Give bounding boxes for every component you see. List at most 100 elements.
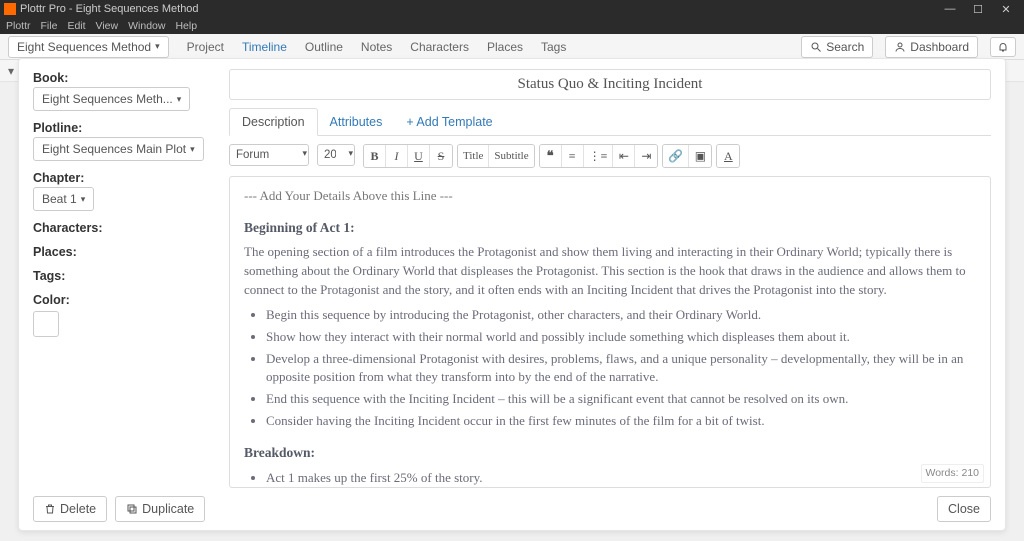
plotline-dropdown[interactable]: Eight Sequences Main Plot ▾ bbox=[33, 137, 204, 161]
copy-icon bbox=[126, 503, 138, 515]
duplicate-label: Duplicate bbox=[142, 502, 194, 516]
tab-attributes[interactable]: Attributes bbox=[318, 109, 395, 135]
link-icon: 🔗 bbox=[668, 149, 683, 164]
characters-label: Characters: bbox=[33, 221, 102, 235]
list-item: Show how they interact with their normal… bbox=[266, 328, 976, 347]
italic-button[interactable]: I bbox=[386, 145, 408, 167]
blockquote-button[interactable]: ❝ bbox=[540, 145, 562, 167]
chevron-down-icon: ▾ bbox=[155, 41, 160, 52]
heading-act1: Beginning of Act 1: bbox=[244, 218, 976, 238]
tab-add-template[interactable]: + Add Template bbox=[394, 109, 504, 135]
tab-characters[interactable]: Characters bbox=[410, 40, 469, 54]
tab-description[interactable]: Description bbox=[229, 108, 318, 136]
menu-edit[interactable]: Edit bbox=[67, 20, 85, 32]
main-toolbar: Eight Sequences Method ▾ Project Timelin… bbox=[0, 34, 1024, 60]
card-tabs: Description Attributes + Add Template bbox=[229, 108, 991, 136]
delete-button[interactable]: Delete bbox=[33, 496, 107, 522]
menu-window[interactable]: Window bbox=[128, 20, 165, 32]
method-dropdown[interactable]: Eight Sequences Method ▾ bbox=[8, 36, 169, 58]
tab-places[interactable]: Places bbox=[487, 40, 523, 54]
heading-breakdown: Breakdown: bbox=[244, 443, 976, 463]
tab-notes[interactable]: Notes bbox=[361, 40, 392, 54]
window-title: Plottr Pro - Eight Sequences Method bbox=[20, 3, 936, 15]
subtitle-style-button[interactable]: Subtitle bbox=[489, 145, 533, 167]
menu-help[interactable]: Help bbox=[175, 20, 197, 32]
outdent-icon: ⇤ bbox=[619, 149, 629, 164]
text-color-button[interactable]: A bbox=[717, 145, 739, 167]
breakdown-list: Act 1 makes up the first 25% of the stor… bbox=[266, 469, 976, 488]
ordered-list-button[interactable]: ≡ bbox=[562, 145, 584, 167]
dashboard-button[interactable]: Dashboard bbox=[885, 36, 978, 58]
book-dropdown[interactable]: Eight Sequences Meth... ▾ bbox=[33, 87, 190, 111]
search-icon bbox=[810, 41, 822, 53]
places-label: Places: bbox=[33, 245, 77, 259]
image-icon: ▣ bbox=[695, 149, 706, 164]
search-button[interactable]: Search bbox=[801, 36, 873, 58]
book-label: Book: bbox=[33, 71, 68, 85]
chevron-down-icon: ▾ bbox=[190, 144, 195, 155]
section-tabs: Project Timeline Outline Notes Character… bbox=[187, 40, 567, 54]
close-label: Close bbox=[948, 502, 980, 516]
unordered-list-icon: ⋮≡ bbox=[589, 149, 608, 164]
bold-button[interactable]: B bbox=[364, 145, 386, 167]
plotline-label: Plotline: bbox=[33, 121, 82, 135]
search-label: Search bbox=[826, 40, 864, 54]
list-item: Begin this sequence by introducing the P… bbox=[266, 306, 976, 325]
plotline-value: Eight Sequences Main Plot bbox=[42, 142, 186, 156]
close-button[interactable]: Close bbox=[937, 496, 991, 522]
menubar: Plottr File Edit View Window Help bbox=[0, 18, 1024, 34]
unordered-list-button[interactable]: ⋮≡ bbox=[584, 145, 614, 167]
menu-view[interactable]: View bbox=[96, 20, 119, 32]
chapter-label: Chapter: bbox=[33, 171, 84, 185]
list-item: Act 1 makes up the first 25% of the stor… bbox=[266, 469, 976, 488]
chevron-down-icon: ▾ bbox=[177, 94, 182, 105]
strike-button[interactable]: S bbox=[430, 145, 452, 167]
chapter-dropdown[interactable]: Beat 1 ▾ bbox=[33, 187, 94, 211]
indent-button[interactable]: ⇥ bbox=[635, 145, 657, 167]
tab-outline[interactable]: Outline bbox=[305, 40, 343, 54]
tab-project[interactable]: Project bbox=[187, 40, 224, 54]
paragraph-intro: The opening section of a film introduces… bbox=[244, 243, 976, 300]
tab-tags[interactable]: Tags bbox=[541, 40, 566, 54]
chevron-down-icon: ▾ bbox=[81, 194, 86, 205]
duplicate-button[interactable]: Duplicate bbox=[115, 496, 205, 522]
guidance-list: Begin this sequence by introducing the P… bbox=[266, 306, 976, 431]
trash-icon bbox=[44, 503, 56, 515]
image-button[interactable]: ▣ bbox=[689, 145, 711, 167]
tags-label: Tags: bbox=[33, 269, 65, 283]
menu-plottr[interactable]: Plottr bbox=[6, 20, 31, 32]
list-item: End this sequence with the Inciting Inci… bbox=[266, 390, 976, 409]
list-item: Consider having the Inciting Incident oc… bbox=[266, 412, 976, 431]
text-color-icon: A bbox=[724, 149, 733, 164]
indent-icon: ⇥ bbox=[641, 149, 651, 164]
menu-file[interactable]: File bbox=[41, 20, 58, 32]
font-select[interactable]: Forum bbox=[229, 144, 309, 166]
title-style-button[interactable]: Title bbox=[458, 145, 489, 167]
close-window-button[interactable]: ✕ bbox=[992, 3, 1020, 16]
editor-content[interactable]: --- Add Your Details Above this Line ---… bbox=[229, 176, 991, 488]
ordered-list-icon: ≡ bbox=[569, 149, 576, 164]
underline-button[interactable]: U bbox=[408, 145, 430, 167]
user-icon bbox=[894, 41, 906, 53]
separator-line: --- Add Your Details Above this Line --- bbox=[244, 187, 976, 206]
dashboard-label: Dashboard bbox=[910, 40, 969, 54]
color-swatch[interactable] bbox=[33, 311, 59, 337]
tab-timeline[interactable]: Timeline bbox=[242, 40, 287, 54]
color-label: Color: bbox=[33, 293, 70, 307]
card-title-input[interactable]: Status Quo & Inciting Incident bbox=[229, 69, 991, 100]
minimize-button[interactable]: — bbox=[936, 3, 964, 15]
font-size-select[interactable]: 20 bbox=[317, 144, 355, 166]
window-titlebar: Plottr Pro - Eight Sequences Method — ☐ … bbox=[0, 0, 1024, 18]
maximize-button[interactable]: ☐ bbox=[964, 3, 992, 16]
notifications-button[interactable] bbox=[990, 37, 1016, 57]
scene-card-modal: Book: Eight Sequences Meth... ▾ Plotline… bbox=[18, 58, 1006, 531]
book-value: Eight Sequences Meth... bbox=[42, 92, 173, 106]
editor-toolbar: Forum 20 B I U S Title Subtitle ❝ ≡ ⋮≡ ⇤… bbox=[229, 144, 991, 168]
delete-label: Delete bbox=[60, 502, 96, 516]
word-count: Words: 210 bbox=[921, 464, 985, 483]
quote-icon: ❝ bbox=[547, 148, 554, 164]
bell-icon bbox=[997, 41, 1009, 53]
modal-main: Status Quo & Inciting Incident Descripti… bbox=[219, 59, 1005, 530]
link-button[interactable]: 🔗 bbox=[663, 145, 689, 167]
outdent-button[interactable]: ⇤ bbox=[613, 145, 635, 167]
